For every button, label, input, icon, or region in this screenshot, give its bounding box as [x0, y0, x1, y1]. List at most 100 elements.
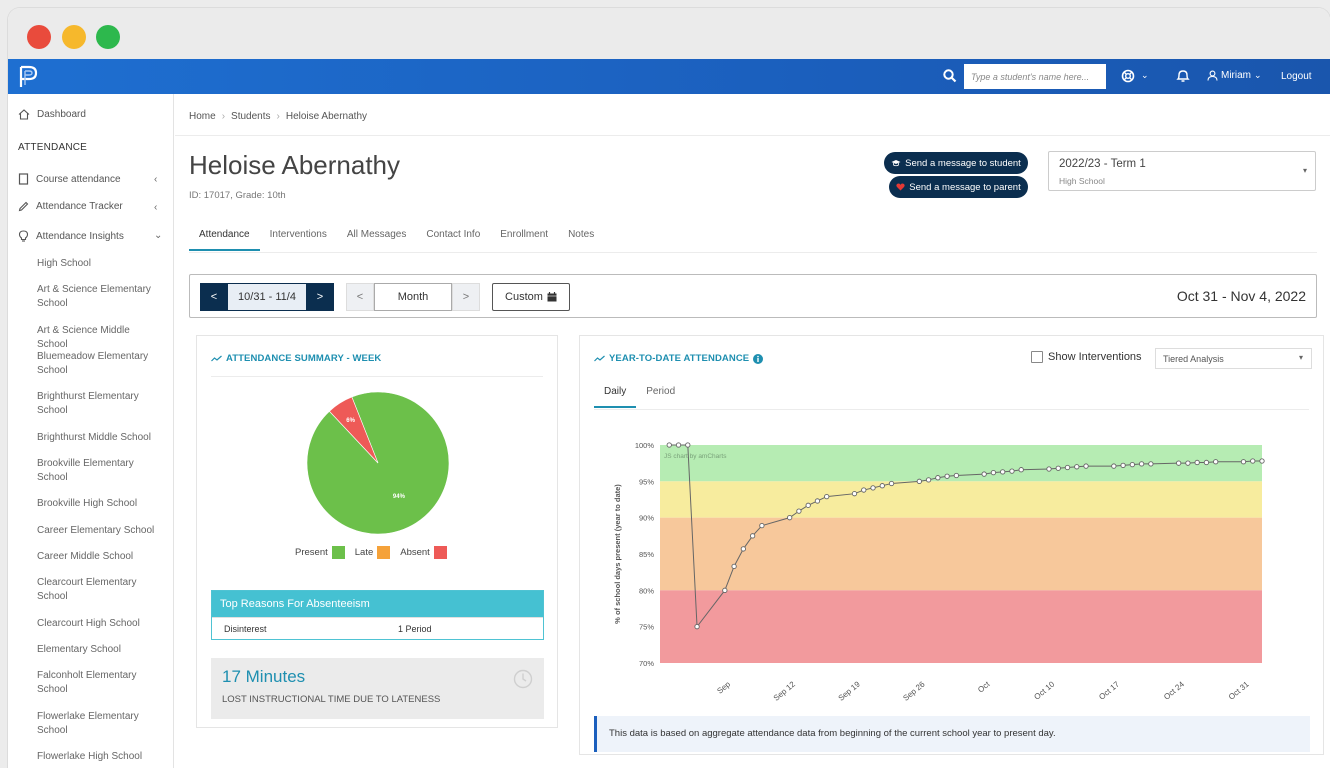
user-name: Miriam [1221, 70, 1251, 81]
sidebar-school-link[interactable]: Brighthurst Elementary School [37, 390, 155, 418]
y-tick-label: 90% [639, 514, 654, 523]
sidebar-school-link[interactable]: Brighthurst Middle School [37, 431, 155, 445]
sidebar-school-link[interactable]: Career Middle School [37, 550, 155, 564]
help-lifebuoy-icon[interactable] [1121, 69, 1135, 83]
sidebar-school-link[interactable]: High School [37, 257, 155, 271]
show-interventions-checkbox[interactable] [1031, 351, 1043, 363]
analysis-select[interactable]: Tiered Analysis ▾ [1155, 348, 1312, 369]
threshold-band [660, 481, 1262, 518]
count-cell: 1 Period [398, 624, 432, 634]
chevron-down-icon: ⌄ [1254, 70, 1262, 80]
close-window-button[interactable] [27, 25, 51, 49]
attendance-summary-card: ATTENDANCE SUMMARY - WEEK 94% 6% Present … [196, 335, 558, 728]
data-point [1129, 461, 1135, 468]
data-point [1175, 460, 1182, 466]
message-parent-button[interactable]: Send a message to parent [889, 176, 1028, 198]
data-point [1120, 462, 1126, 468]
chevron-left-icon[interactable]: ‹ [154, 174, 157, 185]
legend-late: Late [355, 546, 391, 559]
sidebar-school-link[interactable]: Clearcourt High School [37, 617, 155, 631]
pie-slice-label: 94% [393, 494, 406, 500]
data-point [787, 515, 793, 521]
chevron-down-icon[interactable]: ⌄ [154, 230, 162, 241]
data-point [759, 523, 765, 529]
y-tick-label: 95% [639, 477, 654, 486]
graduation-cap-icon [891, 160, 901, 167]
date-range-bar: < 10/31 - 11/4 > < Month > Custom Oct 31… [189, 274, 1317, 318]
sidebar-school-link[interactable]: Elementary School [37, 643, 155, 657]
sidebar-item-label: Attendance Insights [36, 230, 124, 242]
data-point [1185, 460, 1191, 466]
tab-all-messages[interactable]: All Messages [337, 229, 416, 251]
tab-interventions[interactable]: Interventions [260, 229, 337, 251]
selected-date-range: Oct 31 - Nov 4, 2022 [1176, 288, 1306, 304]
student-search-input[interactable] [964, 64, 1106, 89]
breadcrumb-home[interactable]: Home [189, 111, 216, 122]
notifications-bell-icon[interactable] [1176, 69, 1190, 83]
chevron-left-icon[interactable]: ‹ [154, 202, 157, 213]
sidebar-school-link[interactable]: Flowerlake High School [37, 750, 155, 764]
sidebar-school-link[interactable]: Art & Science Elementary School [37, 283, 155, 311]
legend-present: Present [295, 546, 345, 559]
data-point [1250, 458, 1256, 464]
tab-enrollment[interactable]: Enrollment [490, 229, 558, 251]
sidebar-item-label: Course attendance [36, 173, 121, 185]
sidebar-school-link[interactable]: Art & Science Middle School [37, 324, 155, 352]
minimize-window-button[interactable] [62, 25, 86, 49]
data-point [925, 477, 932, 483]
sidebar-school-link[interactable]: Falconholt Elementary School [37, 669, 155, 697]
tab-daily[interactable]: Daily [594, 386, 637, 408]
data-point [1074, 464, 1080, 470]
x-tick-label: Oct 10 [1032, 679, 1056, 701]
sidebar-school-link[interactable]: Career Elementary School [37, 524, 155, 538]
lateness-label: LOST INSTRUCTIONAL TIME DUE TO LATENESS [222, 694, 441, 705]
sidebar-school-link[interactable]: Brookville Elementary School [37, 457, 155, 485]
x-tick-label: Oct 31 [1227, 679, 1251, 701]
search-icon[interactable] [943, 69, 957, 83]
maximize-window-button[interactable] [96, 25, 120, 49]
x-tick-label: Oct [976, 679, 992, 694]
tab-attendance[interactable]: Attendance [189, 229, 260, 251]
next-week-button[interactable]: > [306, 283, 334, 311]
chevron-down-icon[interactable]: ⌄ [1141, 70, 1149, 81]
custom-range-button[interactable]: Custom [492, 283, 570, 311]
app-logo-icon[interactable] [18, 65, 40, 89]
data-point [851, 491, 858, 497]
ytd-line-chart: 70% 75% 80% 85% 90% 95% 100% % of school days p… [613, 441, 1265, 703]
data-point [990, 469, 997, 476]
sidebar-school-link[interactable]: Bluemeadow Elementary School [37, 350, 155, 378]
tab-notes[interactable]: Notes [558, 229, 604, 251]
y-tick-label: 70% [639, 659, 654, 668]
sidebar-school-link[interactable]: Flowerlake Elementary School [37, 710, 155, 738]
tab-period[interactable]: Period [636, 386, 685, 408]
sidebar-school-link[interactable]: Brookville High School [37, 497, 155, 511]
sidebar-item-attendance-insights[interactable]: Attendance Insights [18, 230, 124, 242]
y-tick-label: 100% [635, 441, 655, 450]
calendar-icon [547, 292, 557, 302]
user-icon [1207, 70, 1218, 81]
data-point [796, 508, 802, 514]
user-menu[interactable]: Miriam ⌄ [1207, 70, 1262, 81]
sidebar-school-link[interactable]: Clearcourt Elementary School [37, 576, 155, 604]
data-point [1194, 459, 1200, 466]
logout-link[interactable]: Logout [1281, 71, 1312, 82]
breadcrumb-students[interactable]: Students [231, 111, 270, 122]
week-range-label: 10/31 - 11/4 [228, 283, 306, 311]
message-student-button[interactable]: Send a message to student [884, 152, 1028, 174]
sidebar-item-course-attendance[interactable]: Course attendance [18, 173, 121, 185]
sidebar-item-attendance-tracker[interactable]: Attendance Tracker [18, 201, 123, 212]
tab-contact-info[interactable]: Contact Info [416, 229, 490, 251]
y-tick-label: 85% [639, 550, 654, 559]
absence-reasons-title: Top Reasons For Absenteeism [212, 591, 543, 617]
next-month-button[interactable]: > [452, 283, 480, 311]
month-button[interactable]: Month [374, 283, 452, 311]
sidebar-item-dashboard[interactable]: Dashboard [18, 109, 86, 120]
term-select[interactable]: 2022/23 - Term 1 High School ▾ [1048, 151, 1316, 191]
info-icon[interactable] [753, 353, 764, 364]
previous-month-button[interactable]: < [346, 283, 374, 311]
previous-week-button[interactable]: < [200, 283, 228, 311]
square-icon [18, 173, 29, 185]
data-point [1064, 464, 1071, 471]
show-interventions-toggle[interactable]: Show Interventions [1031, 351, 1142, 363]
ytd-subtabs: Daily Period [594, 386, 685, 408]
